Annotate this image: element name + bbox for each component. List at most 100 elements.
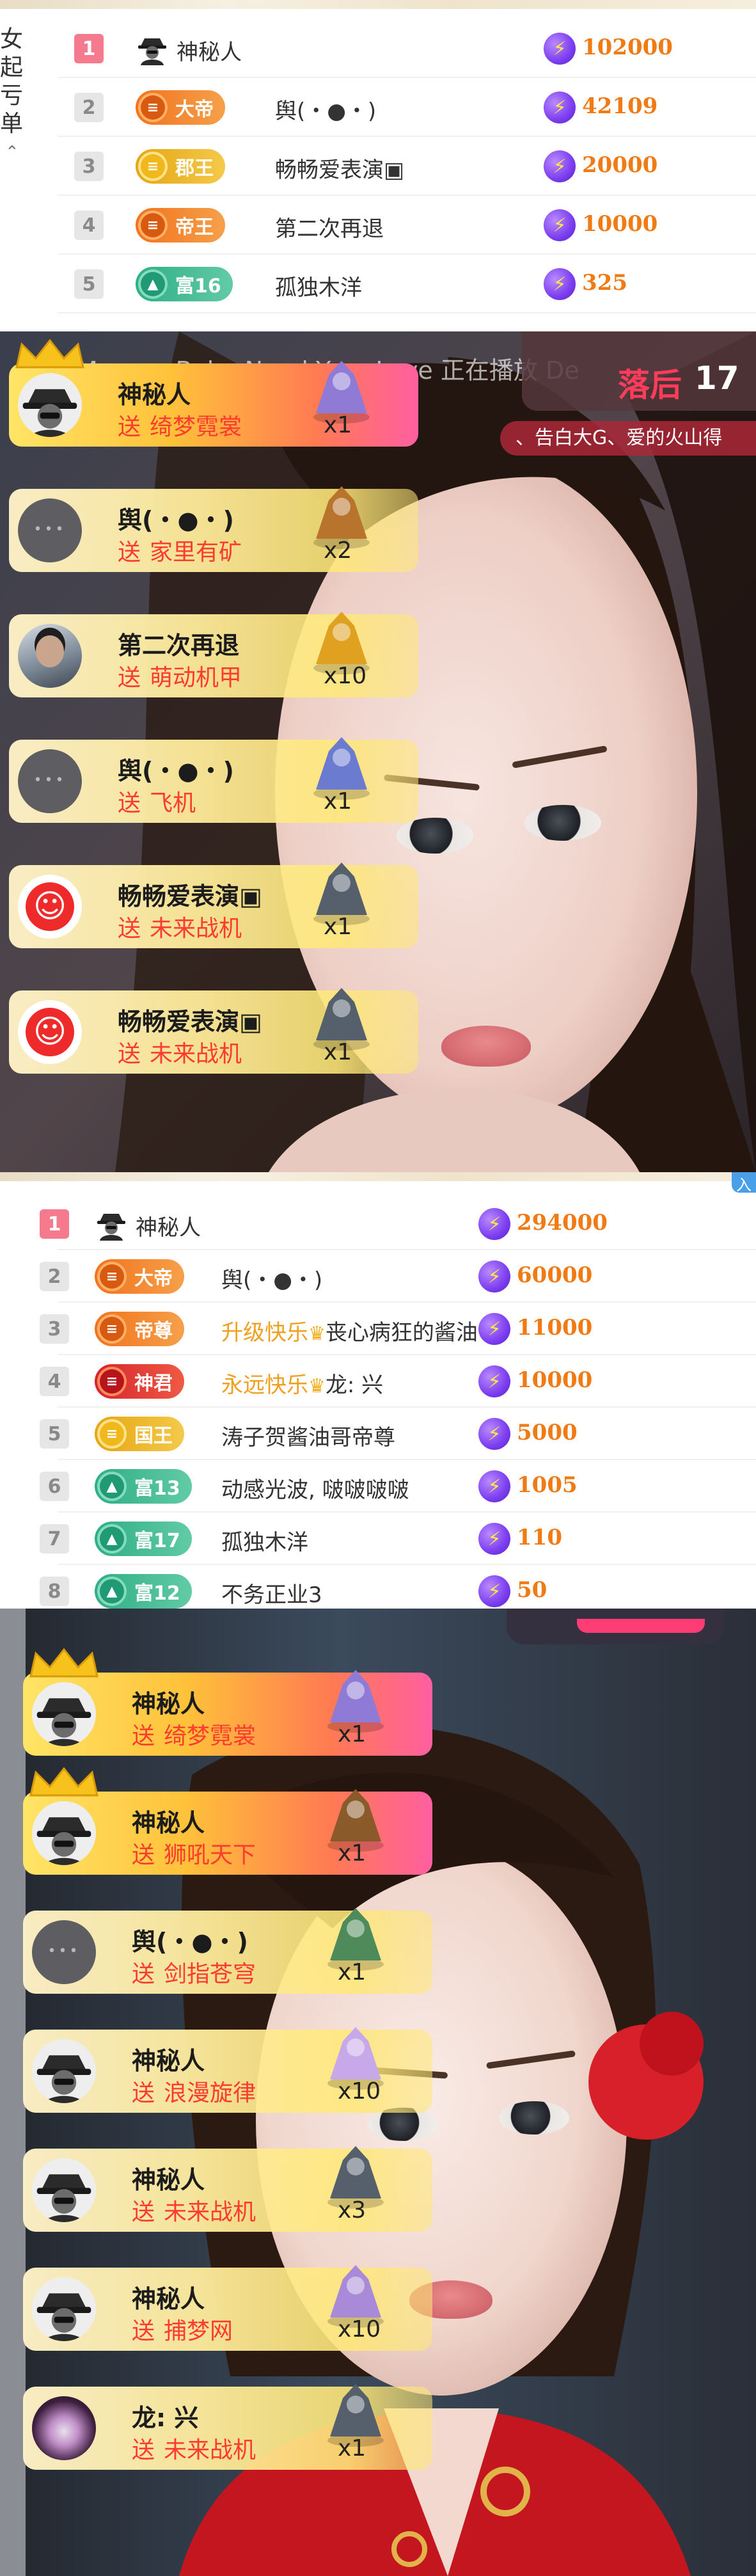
- top-right-tab[interactable]: [507, 1609, 724, 1644]
- gift-count: x1: [324, 788, 352, 815]
- badge-label: 富12: [134, 1582, 180, 1605]
- user-avatar[interactable]: [32, 1801, 96, 1865]
- user-name[interactable]: 畅畅爱表演▣: [275, 152, 404, 184]
- badge-label: 帝王: [175, 216, 214, 239]
- user-avatar[interactable]: [18, 875, 82, 939]
- contribution-score: 10000: [517, 1367, 593, 1393]
- user-avatar[interactable]: [32, 2277, 96, 2341]
- ranking-row[interactable]: 4 ≡ 神君 永远快乐♛龙: 兴 ⚡ 10000: [0, 1355, 756, 1408]
- user-avatar[interactable]: [32, 2158, 96, 2222]
- rank-number: 4: [40, 1367, 69, 1396]
- user-avatar[interactable]: [32, 1682, 96, 1746]
- eye-right: [524, 805, 601, 841]
- send-verb: 送: [132, 1723, 155, 1749]
- ranking-row[interactable]: 6 ▲ 富13 动感光波, 啵啵啵啵 ⚡ 1005: [0, 1460, 756, 1513]
- ranking-row[interactable]: 1 神秘人 ⚡ 294000: [0, 1198, 756, 1250]
- gift-notification[interactable]: 神秘人送绮梦霓裳 x1: [23, 1648, 432, 1756]
- gift-count: x1: [338, 1959, 366, 1985]
- ranking-row[interactable]: 7 ▲ 富17 孤独木洋 ⚡ 110: [0, 1513, 756, 1565]
- rank-number: 5: [74, 269, 104, 299]
- ranking-row[interactable]: 3 ≡ 郡王 畅畅爱表演▣ ⚡ 20000: [0, 137, 756, 196]
- gift-count: x10: [324, 663, 367, 689]
- gift-line: 送捕梦网: [132, 2312, 233, 2346]
- gift-notification[interactable]: 龙: 兴送未来战机 x1: [23, 2384, 432, 2470]
- user-name[interactable]: 升级快乐♛丧心病狂的酱油: [221, 1315, 478, 1346]
- mystery-user-icon: [97, 1214, 125, 1241]
- gift-line: 送剑指苍穹: [132, 1955, 256, 1989]
- ranking-row[interactable]: 2 ≡ 大帝 舆(・●・) ⚡ 60000: [0, 1250, 756, 1303]
- pk-status-box[interactable]: 落后 17: [522, 331, 756, 411]
- rank-badge: ≡ 大帝: [136, 90, 225, 125]
- rank-number: 2: [74, 93, 104, 122]
- user-name-tail: 龙: 兴: [325, 1372, 384, 1398]
- user-name[interactable]: 不务正业3: [221, 1577, 322, 1609]
- ranking-row[interactable]: 2 ≡ 大帝 舆(・●・) ⚡ 42109: [0, 78, 756, 137]
- user-name[interactable]: 舆(・●・): [275, 93, 376, 125]
- gift-notification[interactable]: 舆(・●・)送家里有矿x2: [9, 486, 418, 572]
- gift-notification[interactable]: 畅畅爱表演▣送未来战机x1: [9, 863, 418, 948]
- user-name[interactable]: 孤独木洋: [275, 270, 362, 301]
- badge-label: 大帝: [175, 99, 214, 121]
- crown-icon: ♛: [308, 1375, 326, 1397]
- send-verb: 送: [132, 1961, 155, 1987]
- sender-name: 舆(・●・): [132, 1928, 248, 1956]
- user-avatar[interactable]: [18, 373, 82, 437]
- user-avatar[interactable]: [32, 2396, 96, 2460]
- user-name[interactable]: 动感光波, 啵啵啵啵: [221, 1472, 409, 1504]
- lightning-coin-icon: ⚡: [544, 268, 576, 300]
- gift-notification[interactable]: 神秘人送捕梦网 x10: [23, 2265, 432, 2351]
- contribution-score: 102000: [582, 35, 673, 60]
- user-name[interactable]: 孤独木洋: [221, 1525, 308, 1556]
- contribution-score: 110: [517, 1525, 562, 1550]
- gift-notification[interactable]: 舆(・●・)送剑指苍穹 x1: [23, 1908, 432, 1994]
- user-name[interactable]: 涛子贺酱油哥帝尊: [221, 1420, 395, 1451]
- user-avatar[interactable]: [18, 498, 82, 562]
- sender-name: 神秘人: [132, 1809, 205, 1837]
- rank-badge: ≡ 郡王: [136, 149, 225, 184]
- gift-notification[interactable]: 神秘人送狮吼天下 x1: [23, 1767, 432, 1875]
- user-name[interactable]: 舆(・●・): [221, 1262, 322, 1294]
- ranking-row[interactable]: 4 ≡ 帝王 第二次再退 ⚡ 10000: [0, 196, 756, 255]
- rank-badge: ≡ 大帝: [95, 1259, 184, 1294]
- gift-notification[interactable]: 第二次再退送萌动机甲 x10: [9, 612, 418, 697]
- sender-name: 舆(・●・): [118, 506, 234, 534]
- rank-number: 3: [40, 1314, 69, 1344]
- ranking-row[interactable]: 5 ≡ 国王 涛子贺酱油哥帝尊 ⚡ 5000: [0, 1408, 756, 1460]
- gift-line: 送绮梦霓裳: [118, 408, 242, 441]
- ranking-row[interactable]: 1 神秘人 ⚡ 102000: [0, 19, 756, 78]
- send-verb: 送: [118, 414, 141, 440]
- gift-line: 送浪漫旋律: [132, 2074, 256, 2108]
- gift-notification[interactable]: 神秘人送未来战机 x3: [23, 2146, 432, 2232]
- gift-line: 送萌动机甲: [118, 659, 242, 692]
- gift-notification[interactable]: 神秘人送浪漫旋律 x10: [23, 2027, 432, 2113]
- user-avatar[interactable]: [18, 749, 82, 813]
- eye-left: [397, 818, 473, 854]
- sender-name: 舆(・●・): [118, 757, 234, 785]
- eye-right: [499, 2101, 569, 2135]
- gift-name: 绮梦霓裳: [164, 1723, 256, 1749]
- user-avatar[interactable]: [32, 1920, 96, 1984]
- user-name[interactable]: 第二次再退: [275, 211, 384, 242]
- gift-notification[interactable]: 神秘人送绮梦霓裳 x1: [9, 339, 418, 447]
- badge-emblem-icon: ≡: [97, 1367, 127, 1396]
- gift-count: x10: [338, 2316, 381, 2342]
- lightning-coin-icon: ⚡: [478, 1313, 510, 1345]
- user-name[interactable]: 永远快乐♛龙: 兴: [221, 1367, 383, 1399]
- user-name[interactable]: 神秘人: [136, 1210, 201, 1241]
- contribution-score: 50: [517, 1577, 547, 1603]
- lightning-coin-icon: ⚡: [478, 1575, 510, 1607]
- enter-tag[interactable]: 入: [732, 1172, 756, 1194]
- user-avatar[interactable]: [18, 624, 82, 688]
- mystery-avatar-icon: [36, 2293, 91, 2341]
- sender-name: 神秘人: [132, 2166, 205, 2194]
- contribution-score: 325: [582, 270, 627, 296]
- ranking-row[interactable]: 3 ≡ 帝尊 升级快乐♛丧心病狂的酱油 ⚡ 11000: [0, 1303, 756, 1355]
- gift-notification[interactable]: 舆(・●・)送飞机x1: [9, 737, 418, 823]
- user-avatar[interactable]: [32, 2039, 96, 2103]
- gift-line: 送家里有矿: [118, 534, 242, 567]
- gift-notification[interactable]: 畅畅爱表演▣送未来战机x1: [9, 988, 418, 1074]
- ranking-row[interactable]: 5 ▲ 富16 孤独木洋 ⚡ 325: [0, 255, 756, 314]
- ranking-row[interactable]: 8 ▲ 富12 不务正业3 ⚡ 50: [0, 1565, 756, 1609]
- user-name[interactable]: 神秘人: [177, 35, 242, 66]
- user-avatar[interactable]: [18, 1000, 82, 1064]
